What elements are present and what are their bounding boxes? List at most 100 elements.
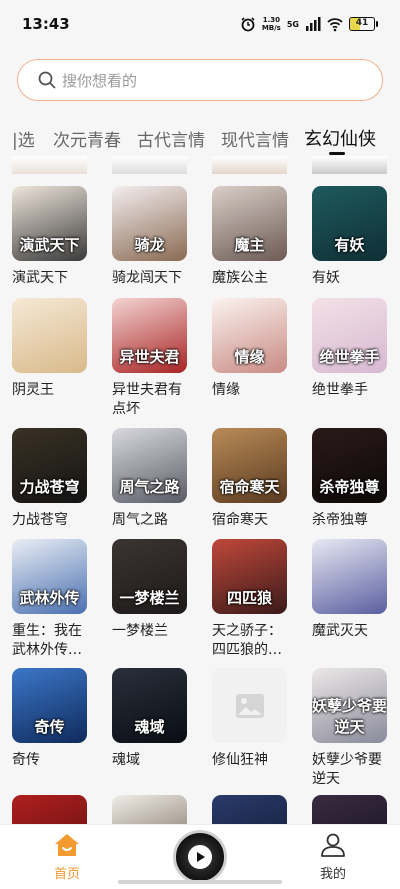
- book-cover[interactable]: 斩: [112, 795, 187, 824]
- book-cover-title: 力战苍穹: [19, 478, 80, 496]
- status-icons: 1.30 MB/s 5G 41: [240, 16, 378, 32]
- book-cover[interactable]: 杀帝独尊: [312, 428, 387, 503]
- book-item[interactable]: 阴灵王: [12, 298, 92, 400]
- book-item[interactable]: 演武天下 演武天下: [12, 186, 92, 288]
- book-cover-title: 魔主: [234, 236, 265, 254]
- book-item[interactable]: [212, 795, 292, 824]
- battery-tip: [376, 21, 378, 27]
- book-cover[interactable]: [212, 668, 287, 743]
- book-cover[interactable]: 力战苍穹: [12, 428, 87, 503]
- home-indicator: [118, 880, 282, 884]
- status-time: 13:43: [22, 15, 70, 33]
- book-cover[interactable]: 奇传: [12, 668, 87, 743]
- book-item[interactable]: 情缘 情缘: [212, 298, 292, 400]
- category-tabs: |选 次元青春 古代言情 现代言情 玄幻仙侠: [0, 122, 400, 156]
- book-title: 奇传: [12, 752, 40, 768]
- image-placeholder-icon: [235, 693, 264, 718]
- book-title: 宿命寒天: [212, 512, 268, 528]
- search-icon: [38, 71, 56, 89]
- search-bar[interactable]: 搜你想看的: [17, 59, 383, 101]
- book-item[interactable]: 一梦楼兰 一梦楼兰: [112, 539, 192, 641]
- book-title: 异世夫君有点坏: [112, 382, 182, 417]
- book-title: 杀帝独尊: [312, 512, 368, 528]
- book-cover-title: 宿命寒天: [219, 478, 280, 496]
- nav-mine[interactable]: 我的: [303, 833, 363, 882]
- battery-icon: 41: [349, 17, 375, 31]
- peek-cover: [212, 156, 287, 174]
- book-item[interactable]: 武林外传重生：我在武林外传…: [12, 539, 92, 660]
- book-item[interactable]: 骑龙 骑龙闯天下: [112, 186, 192, 288]
- book-cover[interactable]: 魔主: [212, 186, 287, 261]
- book-item[interactable]: 魔主魔族公主: [212, 186, 292, 288]
- book-cover[interactable]: [312, 539, 387, 614]
- app-root: 13:43 1.30 MB/s 5G 41 搜你想看的 |选 次元青春 古代言情…: [0, 0, 400, 889]
- nav-mine-label: 我的: [319, 867, 346, 882]
- book-cover[interactable]: 异世夫君: [112, 298, 187, 373]
- peek-cover: [12, 156, 87, 174]
- book-title: 有妖: [312, 270, 340, 286]
- book-cover[interactable]: 演武天下: [12, 186, 87, 261]
- book-item[interactable]: 杀帝独尊 杀帝独尊: [312, 428, 392, 530]
- book-item[interactable]: 斩: [112, 795, 192, 824]
- book-cover[interactable]: [312, 795, 387, 824]
- book-cover[interactable]: 情缘: [212, 298, 287, 373]
- tab-xuanhuan-xianxia[interactable]: 玄幻仙侠: [304, 125, 376, 151]
- status-bar: 13:43 1.30 MB/s 5G 41: [0, 0, 400, 48]
- book-title: 重生：我在武林外传…: [12, 623, 82, 658]
- tab-featured[interactable]: |选: [12, 126, 35, 151]
- book-cover[interactable]: 武林外传: [12, 539, 87, 614]
- book-cover-title: 骑龙: [134, 236, 165, 254]
- user-icon: [321, 833, 345, 857]
- book-item[interactable]: 力战苍穹 力战苍穹: [12, 428, 92, 530]
- tab-ciyuan-qingchun[interactable]: 次元青春: [53, 126, 121, 151]
- book-item[interactable]: 魔武灭天: [312, 539, 392, 641]
- book-cover[interactable]: 有妖: [312, 186, 387, 261]
- book-item[interactable]: 四匹狼天之骄子：四匹狼的…: [212, 539, 292, 660]
- book-cover[interactable]: 妖孽少爷要逆天: [312, 668, 387, 743]
- book-item[interactable]: 宿命寒天 宿命寒天: [212, 428, 292, 530]
- book-cover[interactable]: 绝世拳手: [312, 298, 387, 373]
- book-item[interactable]: 修仙狂神: [212, 668, 292, 770]
- book-item[interactable]: 魂域 魂域: [112, 668, 192, 770]
- book-title: 天之骄子：四匹狼的…: [212, 623, 282, 658]
- book-item[interactable]: 异世夫君异世夫君有点坏: [112, 298, 192, 419]
- book-item[interactable]: 奇传 奇传: [12, 668, 92, 770]
- tab-gudai-yanqing[interactable]: 古代言情: [137, 126, 205, 151]
- book-cover[interactable]: 魂域: [112, 668, 187, 743]
- book-title: 骑龙闯天下: [112, 270, 182, 286]
- book-cover[interactable]: [212, 795, 287, 824]
- book-title: 周气之路: [112, 512, 168, 528]
- battery-level: 41: [355, 18, 369, 28]
- play-icon: [197, 852, 205, 862]
- peek-cover: [112, 156, 187, 174]
- book-item[interactable]: [312, 795, 392, 824]
- peek-cover: [312, 156, 387, 174]
- book-cover[interactable]: 四匹狼: [212, 539, 287, 614]
- book-cover[interactable]: [12, 795, 87, 824]
- active-tab-indicator: [329, 152, 345, 155]
- cellular-signal-icon: [306, 17, 321, 31]
- book-cover-title: 绝世拳手: [319, 348, 380, 366]
- book-cover[interactable]: [12, 298, 87, 373]
- book-title: 魂域: [112, 752, 140, 768]
- book-grid: 演武天下 演武天下 骑龙 骑龙闯天下 魔主 魔族公主 有妖 有妖 阴灵王 异世夫君 异世夫君有点坏情…: [0, 156, 400, 824]
- book-title: 魔族公主: [212, 270, 268, 286]
- audio-player-button[interactable]: [173, 830, 227, 884]
- nav-home[interactable]: 首页: [37, 833, 97, 882]
- book-cover[interactable]: 宿命寒天: [212, 428, 287, 503]
- book-item[interactable]: 绝世拳手 绝世拳手: [312, 298, 392, 400]
- book-title: 修仙狂神: [212, 752, 268, 768]
- book-item[interactable]: [12, 795, 92, 824]
- book-item[interactable]: 周气之路 周气之路: [112, 428, 192, 530]
- book-cover[interactable]: 周气之路: [112, 428, 187, 503]
- net-speed: 1.30 MB/s: [262, 16, 281, 32]
- book-cover[interactable]: 骑龙: [112, 186, 187, 261]
- nav-home-label: 首页: [53, 867, 80, 882]
- tab-xiandai-yanqing[interactable]: 现代言情: [221, 126, 289, 151]
- book-title: 情缘: [212, 382, 240, 398]
- book-item[interactable]: 有妖 有妖: [312, 186, 392, 288]
- book-item[interactable]: 妖孽少爷要逆天 妖孽少爷要逆天: [312, 668, 392, 789]
- book-cover-title: 妖孽少爷要逆天: [312, 697, 387, 736]
- book-cover[interactable]: 一梦楼兰: [112, 539, 187, 614]
- book-cover-title: 武林外传: [19, 589, 80, 607]
